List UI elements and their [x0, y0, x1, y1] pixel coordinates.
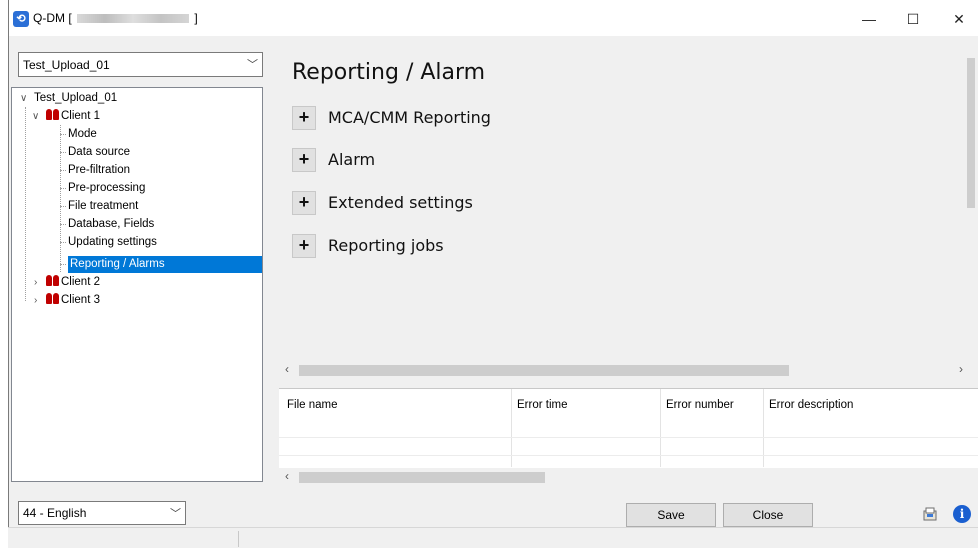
section-label[interactable]: MCA/CMM Reporting [328, 108, 491, 127]
language-select-value: 44 - English [23, 506, 87, 520]
status-divider [238, 531, 239, 547]
expand-plus-icon[interactable]: + [292, 106, 316, 130]
client1-expander-icon[interactable]: ∨ [32, 108, 39, 125]
app-icon: ⟲ [13, 11, 29, 27]
scroll-right-arrow-icon[interactable]: › [959, 361, 963, 378]
tree-node-client-2[interactable]: Client 2 [46, 274, 100, 291]
tree-connector [60, 242, 66, 243]
content-horizontal-scrollbar[interactable]: ‹ › [279, 361, 978, 378]
tree-node-mode[interactable]: Mode [68, 126, 97, 143]
section-label[interactable]: Alarm [328, 150, 375, 169]
tree-node-root[interactable]: Test_Upload_01 [34, 90, 117, 107]
scroll-left-arrow-icon[interactable]: ‹ [285, 361, 289, 378]
tree-node-client-1-label: Client 1 [61, 110, 100, 122]
scroll-left-arrow-icon[interactable]: ‹ [285, 468, 289, 485]
expand-plus-icon[interactable]: + [292, 148, 316, 172]
client3-expander-icon[interactable]: › [34, 292, 37, 309]
tree-node-pre-filtration[interactable]: Pre-filtration [68, 162, 130, 179]
column-header-file-name[interactable]: File name [287, 399, 338, 411]
scrollbar-thumb[interactable] [967, 58, 975, 208]
section-label[interactable]: Extended settings [328, 193, 473, 212]
tree-node-client-1[interactable]: Client 1 [46, 108, 100, 125]
minimize-button[interactable]: — [849, 8, 889, 30]
navigation-tree[interactable]: ∨ Test_Upload_01 ∨ Client 1 Mode Data so… [11, 87, 263, 482]
tree-root-expander-icon[interactable]: ∨ [20, 90, 27, 107]
status-bar [8, 527, 978, 548]
chevron-down-icon: ﹀ [170, 508, 181, 520]
info-icon[interactable]: i [953, 505, 971, 523]
tree-node-updating-settings[interactable]: Updating settings [68, 234, 157, 251]
tree-connector [60, 125, 61, 272]
client-icon [46, 275, 60, 286]
client-icon [46, 293, 60, 304]
tree-node-client-2-label: Client 2 [61, 276, 100, 288]
page-title: Reporting / Alarm [292, 60, 486, 85]
save-button[interactable]: Save [626, 503, 716, 527]
column-header-error-number[interactable]: Error number [666, 399, 734, 411]
maximize-button[interactable]: ☐ [893, 8, 933, 30]
table-row [279, 455, 978, 456]
client-icon [46, 109, 60, 120]
tree-node-file-treatment[interactable]: File treatment [68, 198, 138, 215]
tree-connector [60, 152, 66, 153]
window-title-prefix: Q-DM [ [33, 11, 72, 25]
tree-connector [60, 206, 66, 207]
project-select-value: Test_Upload_01 [23, 58, 110, 72]
redacted-title-block [77, 14, 190, 24]
window-title-suffix: ] [194, 11, 198, 25]
tree-node-database-fields[interactable]: Database, Fields [68, 216, 154, 233]
scrollbar-thumb[interactable] [299, 472, 545, 483]
tree-node-pre-processing[interactable]: Pre-processing [68, 180, 145, 197]
content-vertical-scrollbar[interactable] [962, 36, 978, 356]
tree-connector [60, 188, 66, 189]
tree-node-client-3[interactable]: Client 3 [46, 292, 100, 309]
settings-panel: Reporting / Alarm + MCA/CMM Reporting + … [279, 36, 970, 376]
tree-node-reporting-alarms[interactable]: Reporting / Alarms [68, 256, 262, 273]
grid-horizontal-scrollbar[interactable]: ‹ [279, 468, 978, 485]
tree-connector [60, 224, 66, 225]
close-button[interactable]: Close [723, 503, 813, 527]
tree-connector [60, 264, 66, 265]
expand-plus-icon[interactable]: + [292, 234, 316, 258]
scrollbar-thumb[interactable] [299, 365, 789, 376]
tree-connector [25, 107, 26, 301]
title-bar: ⟲ Q-DM [ ] — ☐ ✕ [9, 0, 978, 36]
export-icon[interactable] [921, 505, 939, 523]
window-title: Q-DM [ ] [33, 11, 198, 25]
table-row [279, 437, 978, 438]
column-header-error-time[interactable]: Error time [517, 399, 567, 411]
tree-connector [60, 170, 66, 171]
section-label[interactable]: Reporting jobs [328, 236, 444, 255]
tree-node-client-3-label: Client 3 [61, 294, 100, 306]
chevron-down-icon: ﹀ [247, 59, 258, 71]
column-header-error-description[interactable]: Error description [769, 399, 853, 411]
expand-plus-icon[interactable]: + [292, 191, 316, 215]
close-window-button[interactable]: ✕ [939, 8, 978, 30]
client2-expander-icon[interactable]: › [34, 274, 37, 291]
tree-connector [60, 134, 66, 135]
language-select[interactable]: 44 - English ﹀ [18, 501, 186, 525]
project-select[interactable]: Test_Upload_01 ﹀ [18, 52, 263, 77]
tree-node-data-source[interactable]: Data source [68, 144, 130, 161]
